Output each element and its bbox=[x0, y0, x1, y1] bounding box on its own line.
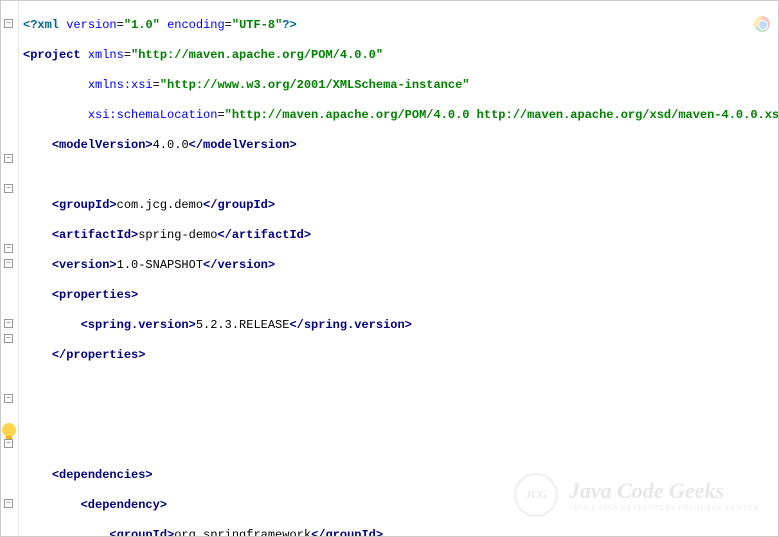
lightbulb-icon[interactable] bbox=[2, 423, 16, 437]
fold-icon[interactable]: − bbox=[4, 334, 13, 343]
code-line[interactable]: xsi:schemaLocation="http://maven.apache.… bbox=[19, 108, 778, 123]
code-line[interactable]: <artifactId>spring-demo</artifactId> bbox=[19, 228, 778, 243]
fold-icon[interactable]: − bbox=[4, 154, 13, 163]
code-line[interactable]: <properties> bbox=[19, 288, 778, 303]
code-line[interactable]: <project xmlns="http://maven.apache.org/… bbox=[19, 48, 778, 63]
code-line[interactable] bbox=[19, 378, 778, 393]
code-line[interactable]: <spring.version>5.2.3.RELEASE</spring.ve… bbox=[19, 318, 778, 333]
fold-icon[interactable]: − bbox=[4, 19, 13, 28]
code-line[interactable]: <dependency> bbox=[19, 498, 778, 513]
gutter: − − − − − − − − − − bbox=[1, 1, 19, 536]
code-line[interactable]: <modelVersion>4.0.0</modelVersion> bbox=[19, 138, 778, 153]
fold-icon[interactable]: − bbox=[4, 259, 13, 268]
fold-icon[interactable]: − bbox=[4, 394, 13, 403]
code-line[interactable]: <groupId>org.springframework</groupId> bbox=[19, 528, 778, 536]
code-line[interactable]: </properties> bbox=[19, 348, 778, 363]
code-line[interactable] bbox=[19, 438, 778, 453]
fold-icon[interactable]: − bbox=[4, 439, 13, 448]
code-line[interactable]: <version>1.0-SNAPSHOT</version> bbox=[19, 258, 778, 273]
chrome-icon bbox=[754, 16, 770, 32]
code-line[interactable] bbox=[19, 408, 778, 423]
code-area[interactable]: <?xml version="1.0" encoding="UTF-8"?> <… bbox=[19, 1, 778, 536]
fold-icon[interactable]: − bbox=[4, 244, 13, 253]
fold-icon[interactable]: − bbox=[4, 184, 13, 193]
code-line[interactable]: <?xml version="1.0" encoding="UTF-8"?> bbox=[19, 18, 778, 33]
code-line[interactable]: <dependencies> bbox=[19, 468, 778, 483]
code-editor[interactable]: − − − − − − − − − − <?xml version="1.0" … bbox=[0, 0, 779, 537]
fold-icon[interactable]: − bbox=[4, 319, 13, 328]
code-line[interactable]: xmlns:xsi="http://www.w3.org/2001/XMLSch… bbox=[19, 78, 778, 93]
code-line[interactable] bbox=[19, 168, 778, 183]
code-line[interactable]: <groupId>com.jcg.demo</groupId> bbox=[19, 198, 778, 213]
fold-icon[interactable]: − bbox=[4, 499, 13, 508]
